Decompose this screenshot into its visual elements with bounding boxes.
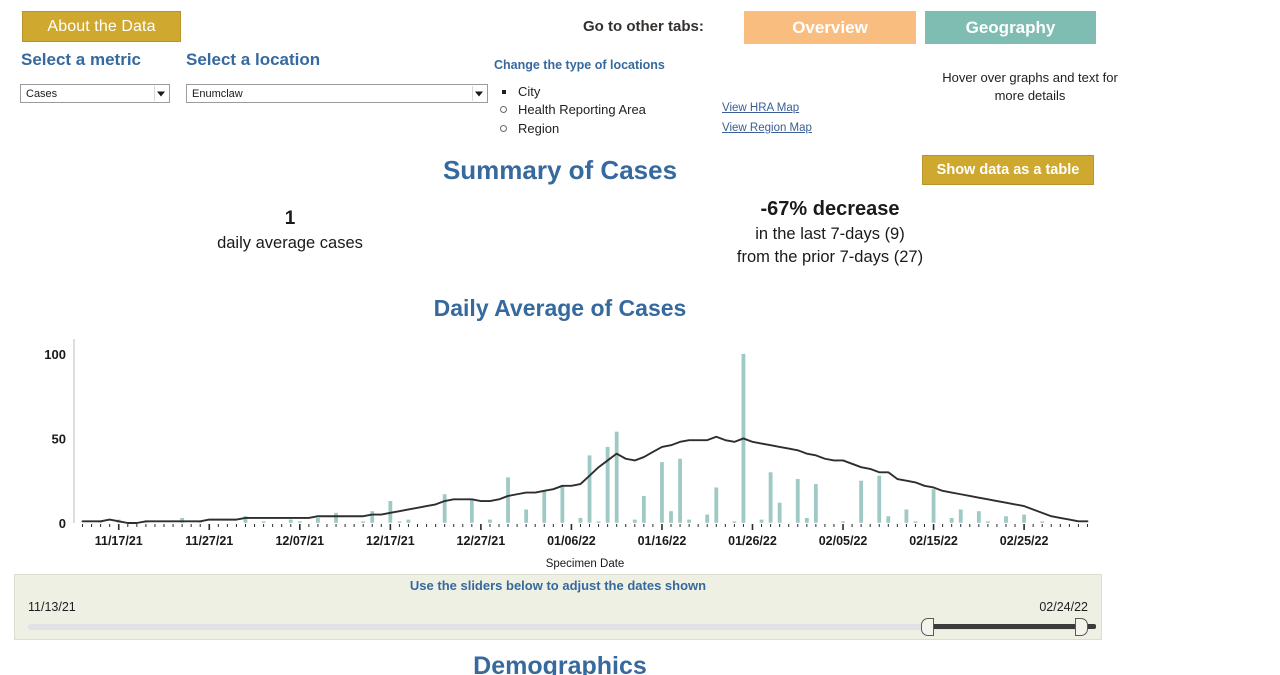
- change-headline: -67% decrease: [760, 198, 900, 220]
- tab-overview[interactable]: Overview: [744, 11, 916, 44]
- svg-text:11/17/21: 11/17/21: [95, 534, 143, 548]
- daily-average-stat: 1 daily average cases: [170, 208, 410, 253]
- select-location-label: Select a location: [186, 50, 321, 69]
- svg-text:Specimen Date: Specimen Date: [546, 558, 625, 570]
- radio-city-label: City: [518, 84, 541, 99]
- show-data-as-table-button[interactable]: Show data as a table: [922, 155, 1094, 185]
- radio-city[interactable]: City: [498, 84, 540, 99]
- metric-select[interactable]: Cases: [20, 84, 170, 103]
- chart-title: Daily Average of Cases: [433, 295, 687, 321]
- svg-text:02/05/22: 02/05/22: [819, 534, 868, 548]
- metric-select-value: Cases: [26, 87, 58, 100]
- svg-text:12/27/21: 12/27/21: [457, 534, 506, 548]
- dashboard-page: About the Data Go to other tabs: Overvie…: [0, 0, 1280, 675]
- chart-svg: 0 50 100 11/17/21 11/27/21 12/07/21 12/17/21 12…: [44, 339, 1092, 570]
- view-region-map-link[interactable]: View Region Map: [722, 122, 812, 134]
- daily-average-label: daily average cases: [217, 234, 363, 252]
- demographics-section-title: Demographics: [473, 652, 647, 675]
- svg-text:50: 50: [52, 431, 66, 446]
- daily-average-value: 1: [284, 208, 296, 229]
- radio-unselected-icon: [498, 123, 509, 134]
- radio-hra-label: Health Reporting Area: [518, 102, 646, 117]
- select-divider: [154, 86, 155, 101]
- radio-region-label: Region: [518, 121, 560, 136]
- radio-unselected-icon: [498, 104, 509, 115]
- date-range-slider-panel: Use the sliders below to adjust the date…: [14, 574, 1102, 640]
- chevron-down-icon: [157, 91, 165, 96]
- slider-start-date: 11/13/21: [28, 600, 76, 614]
- svg-text:01/06/22: 01/06/22: [547, 534, 596, 548]
- slider-instruction: Use the sliders below to adjust the date…: [409, 578, 707, 593]
- svg-text:01/16/22: 01/16/22: [638, 534, 687, 548]
- change-last-7-days: in the last 7-days (9): [755, 225, 905, 243]
- select-divider: [472, 86, 473, 101]
- radio-health-reporting-area[interactable]: Health Reporting Area: [498, 102, 646, 117]
- change-prior-7-days: from the prior 7-days (27): [736, 248, 924, 266]
- slider-end-date: 02/24/22: [1039, 600, 1088, 614]
- radio-selected-icon: [498, 86, 509, 97]
- slider-handle-end[interactable]: [1075, 618, 1088, 636]
- chevron-down-icon: [475, 91, 483, 96]
- about-the-data-button[interactable]: About the Data: [22, 11, 181, 42]
- slider-handle-start[interactable]: [921, 618, 934, 636]
- svg-text:12/17/21: 12/17/21: [366, 534, 415, 548]
- goto-other-tabs-label: Go to other tabs:: [583, 18, 704, 35]
- tab-geography[interactable]: Geography: [925, 11, 1096, 44]
- svg-text:0: 0: [59, 516, 66, 531]
- location-select[interactable]: Enumclaw: [186, 84, 488, 103]
- slider-selected-range[interactable]: [925, 624, 1096, 629]
- svg-text:01/26/22: 01/26/22: [728, 534, 777, 548]
- svg-text:100: 100: [44, 347, 66, 362]
- location-type-label: Change the type of locations: [494, 58, 665, 72]
- select-metric-label: Select a metric: [21, 50, 142, 69]
- svg-text:02/25/22: 02/25/22: [1000, 534, 1049, 548]
- svg-text:02/15/22: 02/15/22: [909, 534, 958, 548]
- svg-text:12/07/21: 12/07/21: [275, 534, 324, 548]
- view-hra-map-link[interactable]: View HRA Map: [722, 102, 799, 114]
- radio-region[interactable]: Region: [498, 121, 559, 136]
- svg-text:11/27/21: 11/27/21: [185, 534, 233, 548]
- hover-hint-text: Hover over graphs and text for more deta…: [942, 70, 1118, 103]
- location-select-value: Enumclaw: [192, 87, 243, 100]
- weekly-change-stat: -67% decrease in the last 7-days (9) fro…: [645, 198, 1015, 269]
- daily-average-chart[interactable]: 0 50 100 11/17/21 11/27/21 12/07/21 12/17/21 12…: [0, 325, 1120, 575]
